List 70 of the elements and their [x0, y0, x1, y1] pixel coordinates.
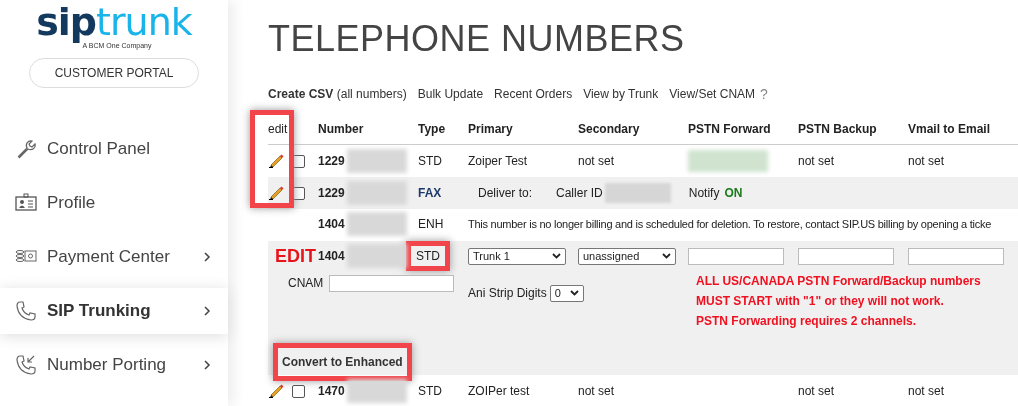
- warning-text: PSTN Forwarding requires 2 channels.: [696, 313, 918, 330]
- pstn-backup-cell-text: not set: [798, 384, 836, 398]
- column-header: Type: [418, 122, 447, 136]
- nav-item[interactable]: Control Panel: [0, 126, 228, 172]
- type-cell-text: FAX: [418, 186, 443, 200]
- secondary-cell-text: not set: [578, 154, 616, 168]
- primary-cell-text: ZOIPer test: [468, 384, 531, 398]
- input-field[interactable]: [908, 247, 1004, 265]
- toolbar-link[interactable]: Recent Orders: [494, 87, 573, 101]
- primary-cell-text: Zoiper Test: [468, 154, 529, 168]
- blurred-value: [346, 212, 407, 236]
- notify-label: Notify: [688, 186, 720, 200]
- warning-text: ALL US/CANADA PSTN Forward/Backup numbers: [696, 273, 982, 290]
- type-cell: STD: [416, 249, 440, 263]
- vmail-cell-text: not set: [908, 154, 946, 168]
- pstn-backup-cell-text: not set: [798, 154, 836, 168]
- caret-icon: [569, 290, 579, 296]
- ani-select[interactable]: 0: [549, 284, 584, 302]
- phone-number: 1404: [318, 249, 345, 263]
- input-field[interactable]: [688, 247, 784, 265]
- customer-portal-button[interactable]: CUSTOMER PORTAL: [29, 58, 199, 88]
- phone-number: 1470: [318, 384, 345, 398]
- nav-item[interactable]: Profile: [0, 180, 228, 226]
- secondary-select[interactable]: unassigned: [578, 247, 676, 265]
- nav-item[interactable]: SIP Trunking: [0, 288, 228, 334]
- column-header: PSTN Backup: [798, 122, 878, 136]
- cnam-field[interactable]: [329, 274, 455, 292]
- column-header: Primary: [468, 122, 514, 136]
- blurred-value: [604, 183, 671, 203]
- type-cell-text: ENH: [418, 217, 445, 231]
- caller-id-label: Caller ID: [556, 186, 603, 200]
- column-header: Number: [318, 122, 365, 136]
- trunk-select[interactable]: Trunk 1: [468, 247, 566, 265]
- toolbar-link[interactable]: Bulk Update: [417, 87, 484, 101]
- column-header: PSTN Forward: [688, 122, 772, 136]
- deliver-label: Deliver to:: [478, 186, 533, 200]
- caret-icon: [662, 253, 671, 259]
- vmail-cell-text: not set: [908, 384, 946, 398]
- page-title: TELEPHONE NUMBERS: [268, 18, 686, 60]
- toolbar-link[interactable]: View/Set CNAM: [669, 87, 756, 101]
- toolbar-link[interactable]: Create CSV (all numbers): [268, 87, 407, 101]
- notice-text: This number is no longer billing and is scheduled for deletion. To restore, contact SIP.US billing by opening a ticke: [468, 218, 993, 230]
- secondary-cell-text: not set: [578, 384, 616, 398]
- blurred-value: [346, 379, 407, 403]
- logo: siptrunk: [36, 2, 192, 42]
- type-cell-text: STD: [418, 154, 443, 168]
- blurred-value: [346, 244, 407, 268]
- phone-number: 1229: [318, 154, 345, 168]
- nav-item[interactable]: Payment Center: [0, 234, 228, 280]
- notify-status: ON: [724, 186, 743, 200]
- warning-text: MUST START with "1" or they will not work.: [696, 293, 945, 310]
- edit-label: EDIT: [274, 245, 317, 267]
- blurred-value: [346, 149, 407, 173]
- convert-button[interactable]: Convert to Enhanced: [280, 351, 405, 373]
- column-header: Secondary: [578, 122, 641, 136]
- row-checkbox[interactable]: [292, 384, 305, 398]
- help-icon[interactable]: ?: [760, 86, 768, 102]
- cnam-label: CNAM: [288, 276, 324, 290]
- phone-number: 1404: [318, 217, 345, 231]
- column-header: edit: [268, 122, 289, 136]
- input-field[interactable]: [798, 247, 894, 265]
- phone-number: 1229: [318, 186, 345, 200]
- phone-icon: [14, 299, 38, 323]
- caret-icon: [552, 253, 561, 259]
- toolbar-link[interactable]: View by Trunk: [583, 87, 659, 101]
- column-header: Vmail to Email: [908, 122, 992, 136]
- nav-item[interactable]: Number Porting: [0, 342, 228, 388]
- phone-in-icon: [14, 353, 38, 377]
- type-cell-text: STD: [418, 384, 443, 398]
- ani-label: Ani Strip Digits: [468, 286, 547, 300]
